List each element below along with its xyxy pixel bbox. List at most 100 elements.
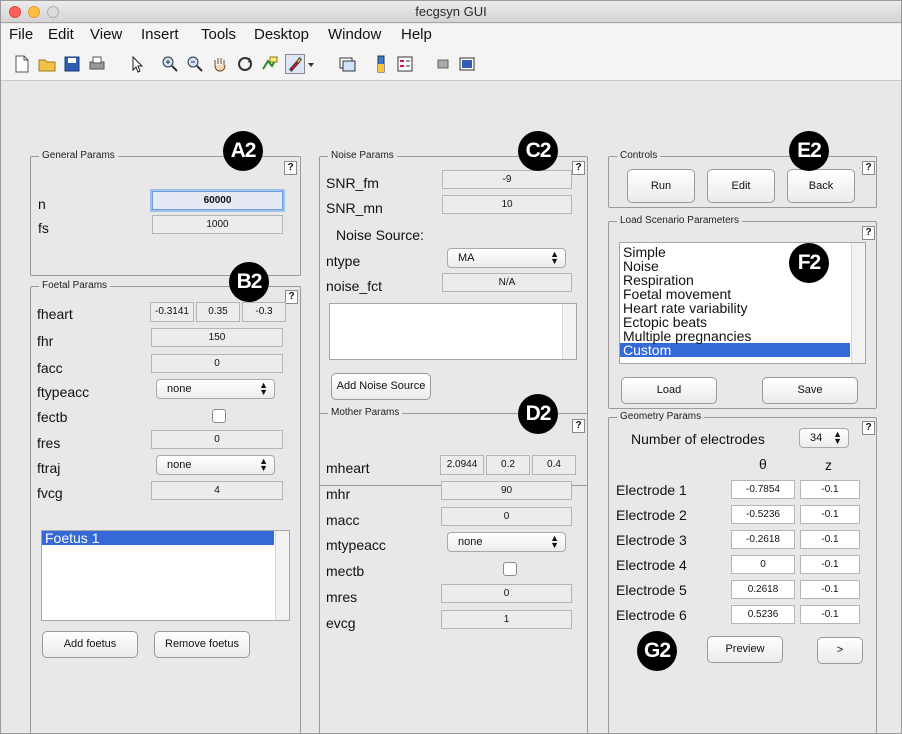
electrode-3-z-input[interactable]: -0.1 [800,530,860,549]
scenario-item-multiple-pregnancies[interactable]: Multiple pregnancies [620,329,850,343]
remove-foetus-button[interactable]: Remove foetus [154,631,250,658]
electrode-2-z-input[interactable]: -0.1 [800,505,860,524]
electrode-1-theta-input[interactable]: -0.7854 [731,480,795,499]
minimize-window-icon[interactable] [28,6,40,18]
run-button[interactable]: Run [627,169,695,203]
foetus-list-scrollbar[interactable] [275,531,289,620]
save-icon[interactable] [62,54,82,74]
show-plot-tools-icon[interactable] [457,54,477,74]
scenario-help-button[interactable]: ? [862,226,875,240]
rotate-3d-icon[interactable] [235,54,255,74]
menu-insert[interactable]: Insert [139,24,181,46]
new-file-icon[interactable] [12,54,32,74]
mheart-x-input[interactable]: 2.0944 [440,455,484,475]
electrode-4-theta-input[interactable]: 0 [731,555,795,574]
hide-plot-tools-icon[interactable] [433,54,453,74]
electrode-2-theta-input[interactable]: -0.5236 [731,505,795,524]
facc-input[interactable]: 0 [151,354,283,373]
menu-help[interactable]: Help [399,24,434,46]
pan-hand-icon[interactable] [210,54,230,74]
scenario-list-scrollbar[interactable] [851,243,865,363]
electrode-1-z-input[interactable]: -0.1 [800,480,860,499]
legend-icon[interactable] [395,54,415,74]
ftraj-dropdown[interactable]: none ▲ ▼ [156,455,275,475]
save-button[interactable]: Save [762,377,858,404]
add-noise-source-button[interactable]: Add Noise Source [331,373,431,400]
geometry-help-button[interactable]: ? [862,421,875,435]
next-button[interactable]: > [817,637,863,664]
fheart-z-input[interactable]: -0.3 [242,302,286,322]
ftypeacc-dropdown[interactable]: none ▲ ▼ [156,379,275,399]
scenario-list[interactable]: Simple Noise Respiration Foetal movement… [619,242,866,364]
data-cursor-icon[interactable] [260,54,280,74]
electrode-5-label: Electrode 5 [616,582,687,598]
fvcg-input[interactable]: 4 [151,481,283,500]
scenario-item-custom[interactable]: Custom [620,343,850,357]
electrode-4-z-input[interactable]: -0.1 [800,555,860,574]
mheart-label: mheart [326,460,370,476]
print-icon[interactable] [87,54,107,74]
ntype-dropdown[interactable]: MA ▲ ▼ [447,248,566,268]
fheart-x-input[interactable]: -0.3141 [150,302,194,322]
menu-file[interactable]: File [7,24,35,46]
mres-input[interactable]: 0 [441,584,572,603]
snr-mn-input[interactable]: 10 [442,195,572,214]
mectb-checkbox[interactable] [503,562,517,576]
scenario-item-foetal-movement[interactable]: Foetal movement [620,287,850,301]
fectb-checkbox[interactable] [212,409,226,423]
noise-source-list[interactable] [329,303,577,360]
foetus-list-item[interactable]: Foetus 1 [42,531,274,545]
menu-window[interactable]: Window [326,24,383,46]
open-folder-icon[interactable] [37,54,57,74]
fres-input[interactable]: 0 [151,430,283,449]
fhr-input[interactable]: 150 [151,328,283,347]
mheart-y-input[interactable]: 0.2 [486,455,530,475]
zoom-out-icon[interactable] [185,54,205,74]
scenario-item-ectopic-beats[interactable]: Ectopic beats [620,315,850,329]
pointer-icon[interactable] [127,54,147,74]
electrode-5-z-input[interactable]: -0.1 [800,580,860,599]
foetal-help-button[interactable]: ? [285,290,298,304]
load-button[interactable]: Load [621,377,717,404]
close-window-icon[interactable] [9,6,21,18]
add-foetus-button[interactable]: Add foetus [42,631,138,658]
electrode-6-z-input[interactable]: -0.1 [800,605,860,624]
noise-help-button[interactable]: ? [572,161,585,175]
evcg-input[interactable]: 1 [441,610,572,629]
menu-tools[interactable]: Tools [199,24,238,46]
brush-icon[interactable] [285,54,305,74]
fheart-y-input[interactable]: 0.35 [196,302,240,322]
n-input[interactable]: 60000 [152,191,283,210]
colorbar-icon[interactable] [371,54,391,74]
general-help-button[interactable]: ? [284,161,297,175]
menu-desktop[interactable]: Desktop [252,24,311,46]
snr-fm-input[interactable]: -9 [442,170,572,189]
noise-fct-input[interactable]: N/A [442,273,572,292]
general-params-panel: General Params ? n 60000 fs 1000 [30,150,301,276]
mtypeacc-dropdown[interactable]: none ▲ ▼ [447,532,566,552]
chevron-updown-icon: ▲ ▼ [259,380,268,397]
electrode-6-theta-input[interactable]: 0.5236 [731,605,795,624]
back-button[interactable]: Back [787,169,855,203]
scenario-item-heart-rate-variability[interactable]: Heart rate variability [620,301,850,315]
electrode-3-theta-input[interactable]: -0.2618 [731,530,795,549]
brush-menu-arrow-icon[interactable] [306,54,316,74]
controls-help-button[interactable]: ? [862,161,875,175]
preview-button[interactable]: Preview [707,636,783,663]
foetus-list[interactable]: Foetus 1 [41,530,290,621]
zoom-window-icon[interactable] [47,6,59,18]
menu-view[interactable]: View [88,24,124,46]
link-plot-icon[interactable] [337,54,357,74]
mheart-z-input[interactable]: 0.4 [532,455,576,475]
mother-help-button[interactable]: ? [572,419,585,433]
fs-input[interactable]: 1000 [152,215,283,234]
menu-edit[interactable]: Edit [46,24,76,46]
num-electrodes-stepper[interactable]: 34 ▲ ▼ [799,428,849,448]
electrode-5-theta-input[interactable]: 0.2618 [731,580,795,599]
edit-button[interactable]: Edit [707,169,775,203]
badge-d2: D2 [518,394,558,434]
zoom-in-icon[interactable] [160,54,180,74]
noise-source-list-scrollbar[interactable] [562,304,576,359]
macc-input[interactable]: 0 [441,507,572,526]
mhr-input[interactable]: 90 [441,481,572,500]
